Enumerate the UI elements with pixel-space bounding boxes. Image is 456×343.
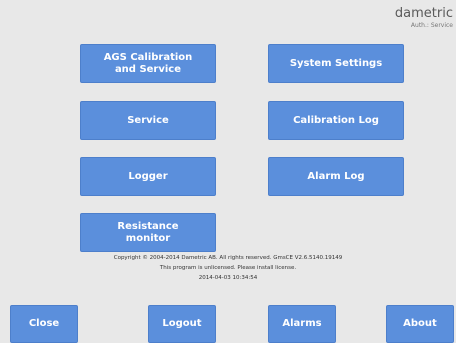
close-button[interactable]: Close <box>10 305 78 343</box>
brand-logo: dametric Auth.: Service <box>395 6 453 30</box>
license-text: This program is unlicensed. Please insta… <box>159 265 297 271</box>
copyright-text: Copyright © 2004-2014 Dametric AB. All r… <box>113 255 343 261</box>
service-button[interactable]: Service <box>80 101 216 140</box>
resistance-monitor-button[interactable]: Resistance monitor <box>80 213 216 252</box>
logger-button[interactable]: Logger <box>80 157 216 196</box>
datetime-text: 2014-04-03 10:34:54 <box>198 275 258 281</box>
alarm-log-button[interactable]: Alarm Log <box>268 157 404 196</box>
auth-status: Auth.: Service <box>410 22 453 29</box>
about-button[interactable]: About <box>386 305 454 343</box>
calibration-log-button[interactable]: Calibration Log <box>268 101 404 140</box>
footer-info: Copyright © 2004-2014 Dametric AB. All r… <box>0 253 456 283</box>
logout-button[interactable]: Logout <box>148 305 216 343</box>
alarms-button[interactable]: Alarms <box>268 305 336 343</box>
brand-name: dametric <box>394 6 453 21</box>
ags-calibration-service-button[interactable]: AGS Calibration and Service <box>80 44 216 83</box>
system-settings-button[interactable]: System Settings <box>268 44 404 83</box>
